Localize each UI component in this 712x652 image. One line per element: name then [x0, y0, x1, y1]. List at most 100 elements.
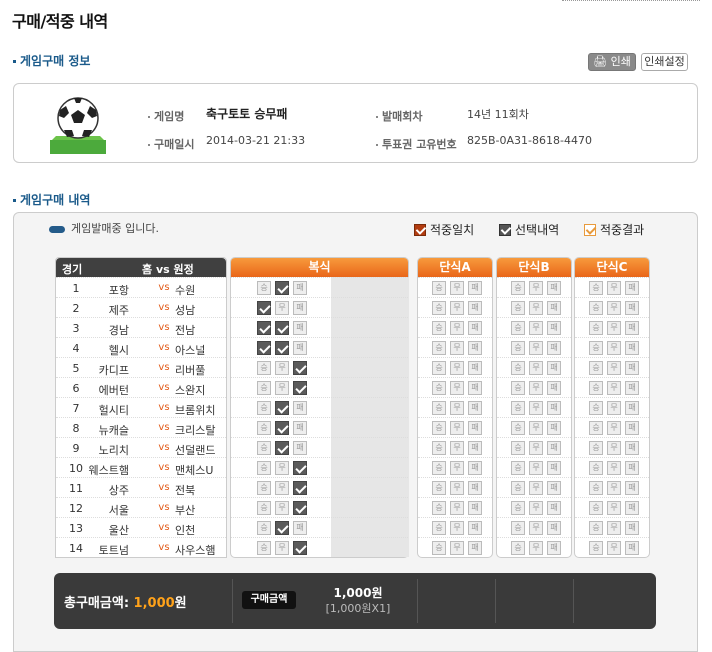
pick-lose-checkbox[interactable]: 패 — [547, 381, 561, 395]
pick-draw-checkbox[interactable]: 무 — [607, 381, 621, 395]
pick-draw-checkbox[interactable]: 무 — [529, 301, 543, 315]
pick-draw-checkbox[interactable]: 무 — [450, 281, 464, 295]
pick-lose-checkbox[interactable]: 패 — [468, 481, 482, 495]
pick-draw-checkbox[interactable]: 무 — [607, 481, 621, 495]
pick-lose-checkbox[interactable]: 패 — [468, 541, 482, 555]
pick-win-checkbox[interactable]: 승 — [589, 401, 603, 415]
pick-draw-checkbox[interactable]: 무 — [275, 481, 289, 495]
pick-win-checkbox[interactable]: 승 — [511, 301, 525, 315]
pick-draw-checkbox[interactable]: 무 — [607, 401, 621, 415]
pick-lose-checkbox[interactable]: 패 — [293, 541, 307, 555]
pick-lose-checkbox[interactable]: 패 — [547, 481, 561, 495]
pick-win-checkbox[interactable]: 승 — [432, 401, 446, 415]
pick-lose-checkbox[interactable]: 패 — [293, 481, 307, 495]
pick-lose-checkbox[interactable]: 패 — [625, 361, 639, 375]
pick-draw-checkbox[interactable]: 무 — [275, 301, 289, 315]
pick-win-checkbox[interactable]: 승 — [432, 381, 446, 395]
pick-draw-checkbox[interactable]: 무 — [607, 501, 621, 515]
pick-draw-checkbox[interactable]: 무 — [529, 501, 543, 515]
pick-draw-checkbox[interactable]: 무 — [529, 281, 543, 295]
pick-win-checkbox[interactable]: 승 — [589, 321, 603, 335]
pick-draw-checkbox[interactable]: 무 — [275, 501, 289, 515]
pick-win-checkbox[interactable]: 승 — [257, 461, 271, 475]
pick-win-checkbox[interactable]: 승 — [257, 341, 271, 355]
pick-draw-checkbox[interactable]: 무 — [529, 401, 543, 415]
pick-win-checkbox[interactable]: 승 — [257, 501, 271, 515]
pick-draw-checkbox[interactable]: 무 — [275, 421, 289, 435]
pick-lose-checkbox[interactable]: 패 — [468, 301, 482, 315]
pick-draw-checkbox[interactable]: 무 — [607, 461, 621, 475]
pick-draw-checkbox[interactable]: 무 — [607, 321, 621, 335]
pick-win-checkbox[interactable]: 승 — [257, 301, 271, 315]
pick-win-checkbox[interactable]: 승 — [432, 481, 446, 495]
pick-win-checkbox[interactable]: 승 — [511, 361, 525, 375]
pick-lose-checkbox[interactable]: 패 — [547, 321, 561, 335]
pick-lose-checkbox[interactable]: 패 — [625, 341, 639, 355]
pick-win-checkbox[interactable]: 승 — [432, 441, 446, 455]
pick-lose-checkbox[interactable]: 패 — [625, 281, 639, 295]
pick-win-checkbox[interactable]: 승 — [589, 521, 603, 535]
pick-lose-checkbox[interactable]: 패 — [625, 521, 639, 535]
pick-win-checkbox[interactable]: 승 — [511, 341, 525, 355]
pick-win-checkbox[interactable]: 승 — [511, 541, 525, 555]
pick-win-checkbox[interactable]: 승 — [432, 461, 446, 475]
pick-draw-checkbox[interactable]: 무 — [607, 341, 621, 355]
pick-win-checkbox[interactable]: 승 — [589, 501, 603, 515]
pick-draw-checkbox[interactable]: 무 — [275, 401, 289, 415]
pick-draw-checkbox[interactable]: 무 — [529, 541, 543, 555]
pick-lose-checkbox[interactable]: 패 — [468, 521, 482, 535]
pick-draw-checkbox[interactable]: 무 — [275, 381, 289, 395]
pick-lose-checkbox[interactable]: 패 — [293, 321, 307, 335]
pick-lose-checkbox[interactable]: 패 — [293, 301, 307, 315]
pick-draw-checkbox[interactable]: 무 — [450, 481, 464, 495]
pick-draw-checkbox[interactable]: 무 — [529, 421, 543, 435]
pick-win-checkbox[interactable]: 승 — [257, 441, 271, 455]
pick-lose-checkbox[interactable]: 패 — [293, 441, 307, 455]
pick-lose-checkbox[interactable]: 패 — [293, 361, 307, 375]
pick-draw-checkbox[interactable]: 무 — [529, 361, 543, 375]
pick-win-checkbox[interactable]: 승 — [511, 321, 525, 335]
pick-draw-checkbox[interactable]: 무 — [450, 461, 464, 475]
pick-win-checkbox[interactable]: 승 — [257, 421, 271, 435]
pick-win-checkbox[interactable]: 승 — [511, 521, 525, 535]
pick-lose-checkbox[interactable]: 패 — [293, 341, 307, 355]
pick-lose-checkbox[interactable]: 패 — [293, 501, 307, 515]
pick-win-checkbox[interactable]: 승 — [589, 281, 603, 295]
pick-draw-checkbox[interactable]: 무 — [529, 381, 543, 395]
pick-draw-checkbox[interactable]: 무 — [450, 421, 464, 435]
pick-lose-checkbox[interactable]: 패 — [468, 441, 482, 455]
pick-lose-checkbox[interactable]: 패 — [547, 301, 561, 315]
pick-draw-checkbox[interactable]: 무 — [450, 301, 464, 315]
pick-win-checkbox[interactable]: 승 — [589, 361, 603, 375]
pick-win-checkbox[interactable]: 승 — [257, 541, 271, 555]
pick-lose-checkbox[interactable]: 패 — [625, 481, 639, 495]
pick-win-checkbox[interactable]: 승 — [257, 281, 271, 295]
pick-win-checkbox[interactable]: 승 — [589, 461, 603, 475]
pick-lose-checkbox[interactable]: 패 — [625, 541, 639, 555]
pick-draw-checkbox[interactable]: 무 — [275, 541, 289, 555]
pick-lose-checkbox[interactable]: 패 — [625, 441, 639, 455]
pick-lose-checkbox[interactable]: 패 — [468, 281, 482, 295]
pick-win-checkbox[interactable]: 승 — [257, 361, 271, 375]
pick-win-checkbox[interactable]: 승 — [511, 461, 525, 475]
pick-lose-checkbox[interactable]: 패 — [625, 421, 639, 435]
pick-win-checkbox[interactable]: 승 — [511, 501, 525, 515]
pick-draw-checkbox[interactable]: 무 — [450, 401, 464, 415]
pick-win-checkbox[interactable]: 승 — [589, 541, 603, 555]
pick-draw-checkbox[interactable]: 무 — [275, 441, 289, 455]
pick-draw-checkbox[interactable]: 무 — [275, 521, 289, 535]
pick-lose-checkbox[interactable]: 패 — [468, 381, 482, 395]
pick-lose-checkbox[interactable]: 패 — [625, 461, 639, 475]
pick-draw-checkbox[interactable]: 무 — [450, 361, 464, 375]
pick-win-checkbox[interactable]: 승 — [589, 421, 603, 435]
pick-draw-checkbox[interactable]: 무 — [607, 301, 621, 315]
pick-lose-checkbox[interactable]: 패 — [293, 461, 307, 475]
pick-draw-checkbox[interactable]: 무 — [450, 321, 464, 335]
pick-lose-checkbox[interactable]: 패 — [547, 361, 561, 375]
pick-lose-checkbox[interactable]: 패 — [547, 421, 561, 435]
pick-lose-checkbox[interactable]: 패 — [625, 401, 639, 415]
pick-draw-checkbox[interactable]: 무 — [529, 461, 543, 475]
pick-draw-checkbox[interactable]: 무 — [529, 441, 543, 455]
pick-draw-checkbox[interactable]: 무 — [529, 341, 543, 355]
pick-lose-checkbox[interactable]: 패 — [547, 501, 561, 515]
